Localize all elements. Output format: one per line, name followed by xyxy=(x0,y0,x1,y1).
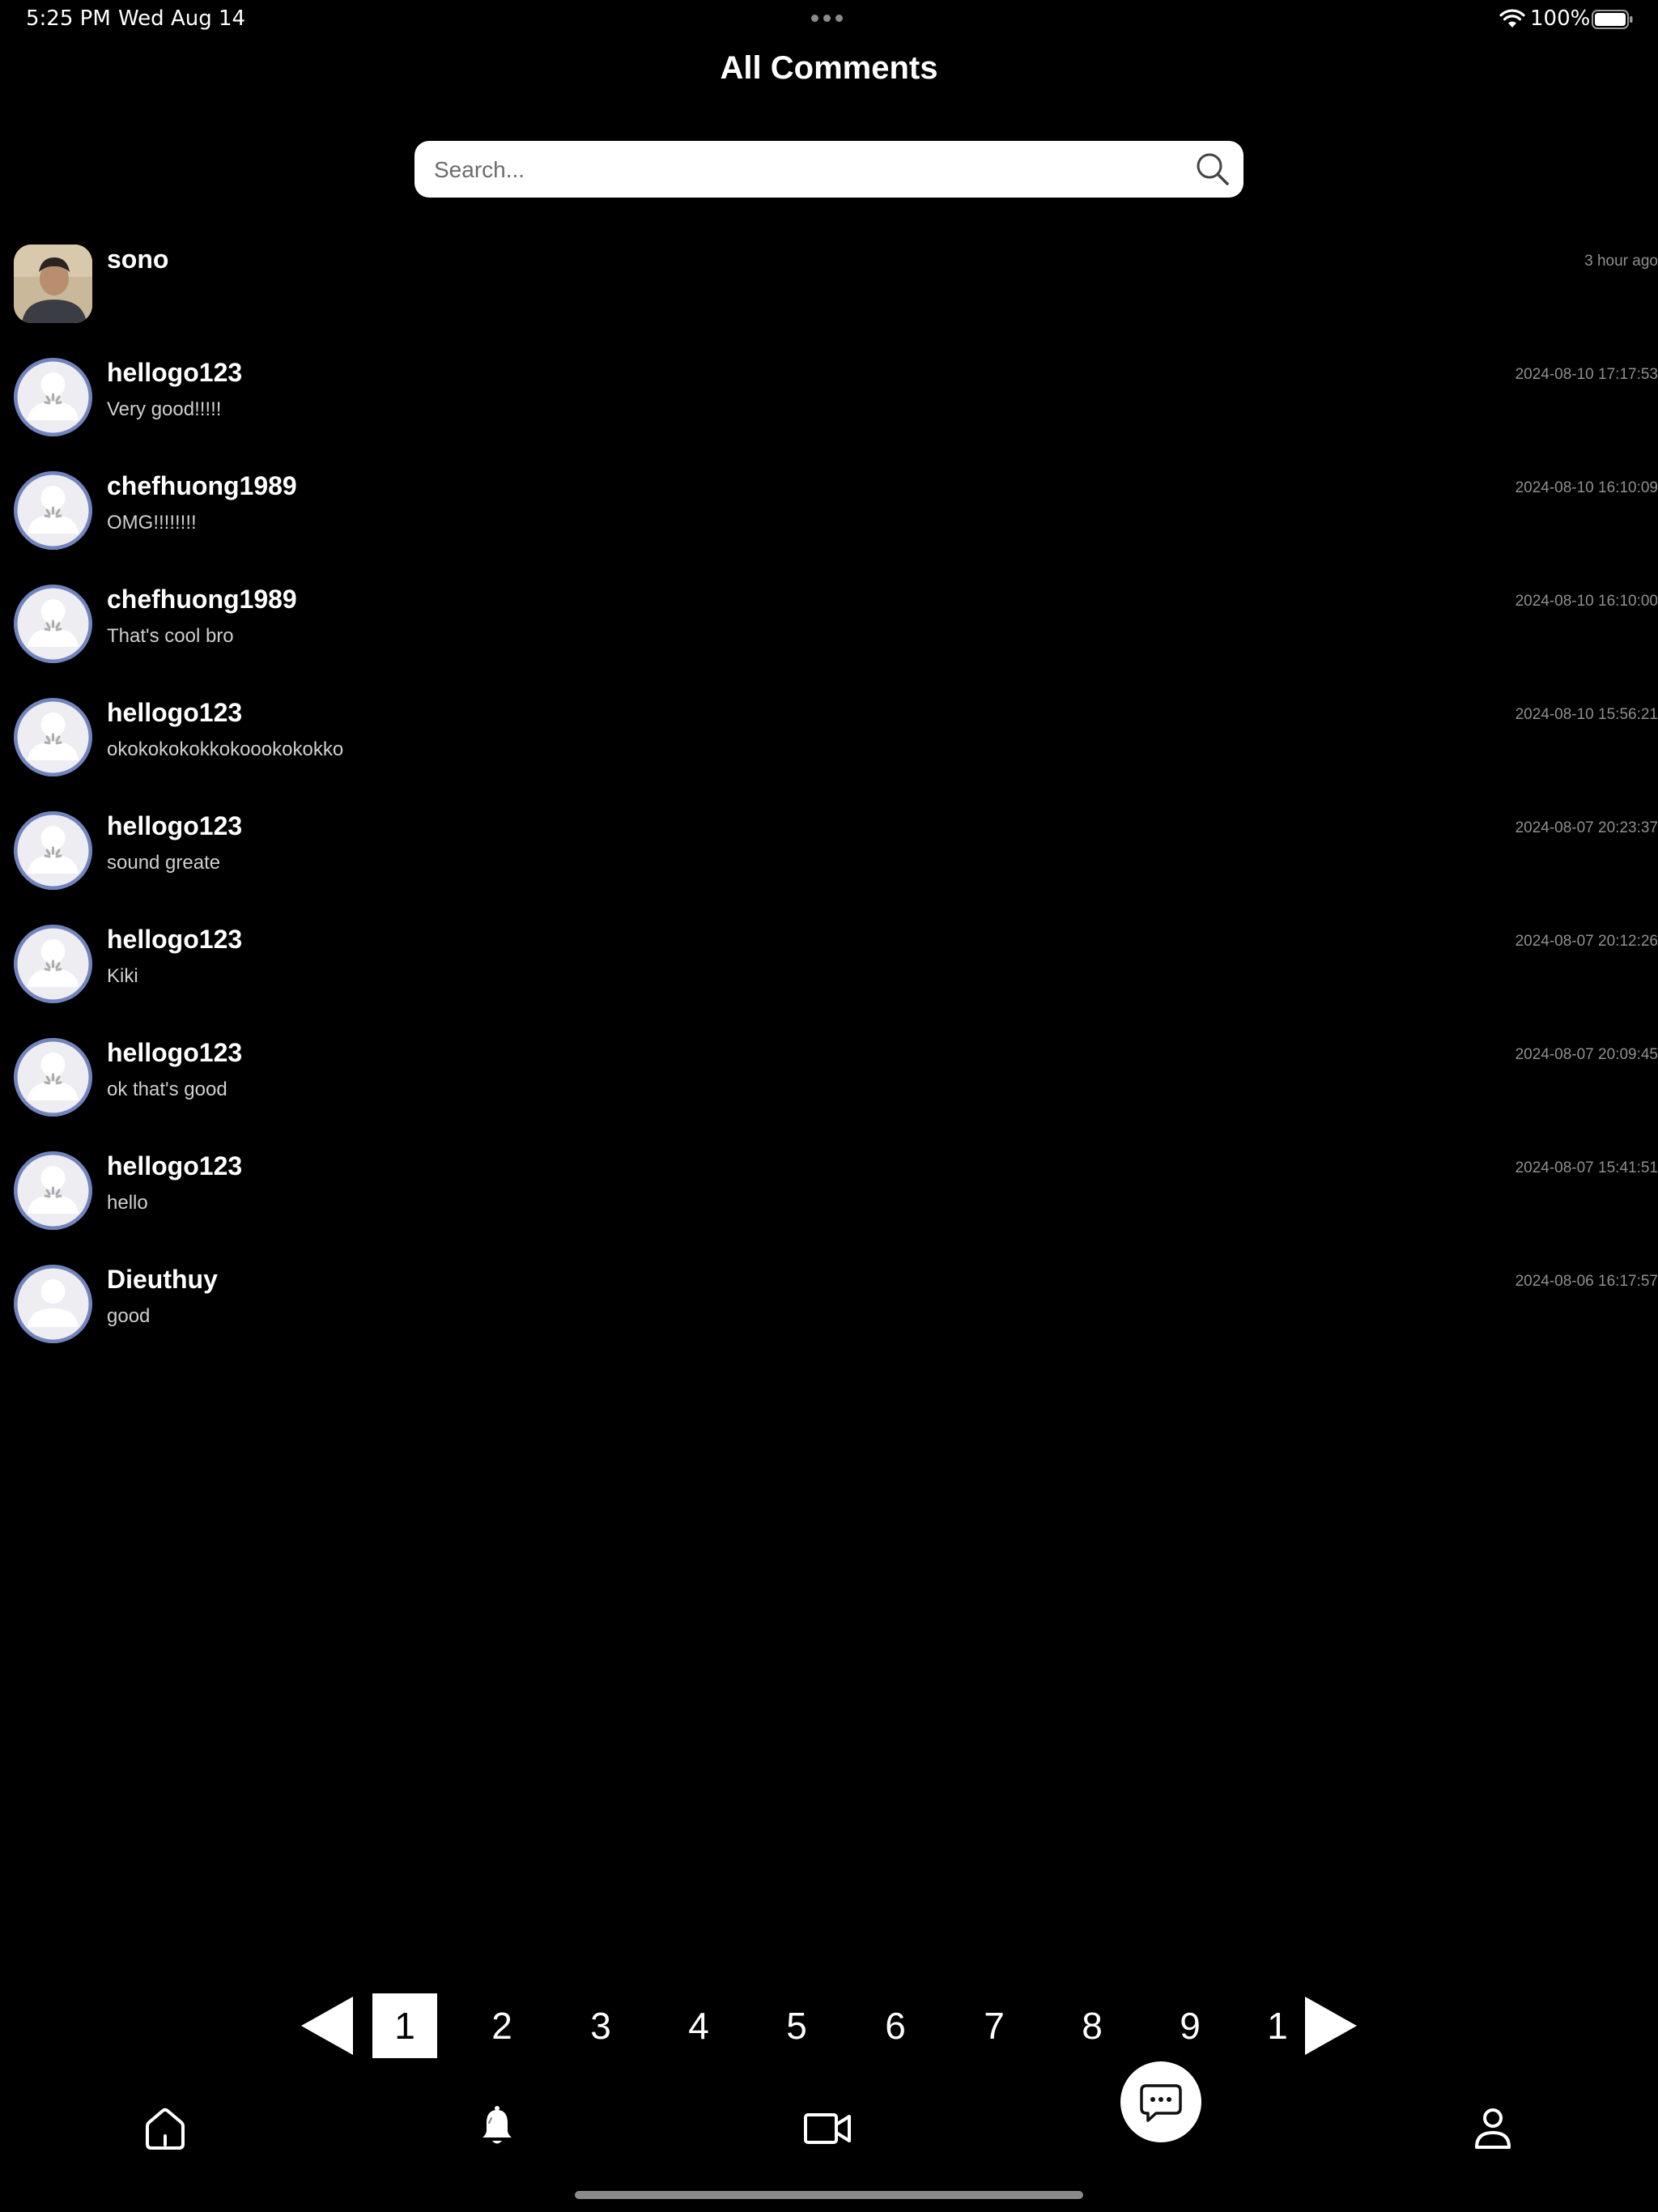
chat-nav-button[interactable] xyxy=(1120,2061,1201,2142)
comment-timestamp: 2024-08-07 15:41:51 xyxy=(1515,1159,1658,1176)
comment-text: okokokokokkokoookokokko xyxy=(107,738,344,760)
comment-timestamp: 3 hour ago xyxy=(1584,253,1658,270)
notification-bell-icon xyxy=(483,2106,512,2144)
comment-username[interactable]: hellogo123 xyxy=(107,925,242,955)
user-avatar[interactable] xyxy=(14,585,92,663)
comment-username[interactable]: chefhuong1989 xyxy=(107,471,297,501)
user-avatar[interactable] xyxy=(14,1038,92,1117)
profile-icon xyxy=(1475,2108,1511,2149)
default-avatar-icon xyxy=(14,1265,92,1343)
comment-text: good xyxy=(107,1305,151,1327)
profile-nav-button[interactable] xyxy=(1467,2102,1519,2154)
bottom-navigation xyxy=(0,2057,1658,2170)
page-button-2[interactable]: 2 xyxy=(470,1993,534,2058)
comment-timestamp: 2024-08-10 16:10:00 xyxy=(1515,593,1658,610)
user-avatar[interactable] xyxy=(14,811,92,890)
default-avatar-icon xyxy=(14,811,92,890)
comment-username[interactable]: hellogo123 xyxy=(107,811,242,841)
comment-text: ok that's good xyxy=(107,1078,227,1100)
home-indicator[interactable] xyxy=(575,2191,1083,2199)
wifi-icon xyxy=(1499,9,1525,28)
comment-text: OMG!!!!!!!! xyxy=(107,512,197,534)
search-bar[interactable] xyxy=(414,141,1244,199)
notifications-nav-button[interactable] xyxy=(471,2102,523,2154)
comment-username[interactable]: hellogo123 xyxy=(107,698,242,728)
comment-username[interactable]: hellogo123 xyxy=(107,1038,242,1068)
page-button-9[interactable]: 9 xyxy=(1158,1993,1222,2058)
page-button-1[interactable]: 1 xyxy=(372,1993,437,2058)
comment-text: sound greate xyxy=(107,852,221,874)
user-avatar[interactable] xyxy=(14,925,92,1003)
comment-item[interactable]: Dieuthuy good 2024-08-06 16:17:57 xyxy=(0,1263,1658,1376)
previous-page-icon[interactable] xyxy=(298,1995,355,2057)
page-button-5[interactable]: 5 xyxy=(764,1993,829,2058)
comment-item[interactable]: sono 3 hour ago xyxy=(0,243,1658,356)
comment-item[interactable]: hellogo123 Very good!!!!! 2024-08-10 17:… xyxy=(0,356,1658,470)
user-photo-icon xyxy=(14,245,92,323)
battery-percentage: 100% xyxy=(1530,6,1591,31)
comment-item[interactable]: chefhuong1989 OMG!!!!!!!! 2024-08-10 16:… xyxy=(0,470,1658,583)
user-avatar[interactable] xyxy=(14,471,92,550)
default-avatar-icon xyxy=(14,358,92,436)
comment-timestamp: 2024-08-10 15:56:21 xyxy=(1515,706,1658,723)
page-button-10[interactable]: 1 xyxy=(1245,1993,1310,2058)
comment-timestamp: 2024-08-07 20:09:45 xyxy=(1515,1046,1658,1063)
home-icon xyxy=(146,2108,185,2150)
default-avatar-icon xyxy=(14,471,92,550)
search-icon[interactable] xyxy=(1195,151,1231,187)
comment-item[interactable]: chefhuong1989 That's cool bro 2024-08-10… xyxy=(0,583,1658,696)
page-button-8[interactable]: 8 xyxy=(1060,1993,1124,2058)
user-avatar[interactable] xyxy=(14,698,92,776)
comment-timestamp: 2024-08-07 20:12:26 xyxy=(1515,933,1658,950)
comment-item[interactable]: hellogo123 sound greate 2024-08-07 20:23… xyxy=(0,810,1658,923)
video-camera-icon xyxy=(804,2113,851,2144)
default-avatar-icon xyxy=(14,585,92,663)
status-time: 5:25 PM xyxy=(26,6,111,31)
battery-icon xyxy=(1592,10,1633,29)
page-button-7[interactable]: 7 xyxy=(962,1993,1027,2058)
comment-username[interactable]: sono xyxy=(107,245,168,274)
comment-username[interactable]: hellogo123 xyxy=(107,1151,242,1181)
comment-username[interactable]: Dieuthuy xyxy=(107,1265,218,1295)
user-avatar[interactable] xyxy=(14,1265,92,1343)
pagination: 1 2 3 4 5 6 7 8 9 1 xyxy=(0,1993,1658,2058)
default-avatar-icon xyxy=(14,925,92,1003)
comment-timestamp: 2024-08-10 16:10:09 xyxy=(1515,479,1658,496)
comment-text: hello xyxy=(107,1192,148,1214)
comment-text: Kiki xyxy=(107,965,138,987)
user-avatar[interactable] xyxy=(14,358,92,436)
comment-item[interactable]: hellogo123 ok that's good 2024-08-07 20:… xyxy=(0,1036,1658,1150)
video-nav-button[interactable] xyxy=(801,2102,853,2154)
search-input[interactable] xyxy=(432,141,1164,199)
page-button-3[interactable]: 3 xyxy=(568,1993,633,2058)
comment-timestamp: 2024-08-10 17:17:53 xyxy=(1515,366,1658,383)
status-bar: 5:25 PM Wed Aug 14 100% xyxy=(0,0,1658,39)
comment-username[interactable]: hellogo123 xyxy=(107,358,242,388)
comment-item[interactable]: hellogo123 hello 2024-08-07 15:41:51 xyxy=(0,1150,1658,1263)
comment-username[interactable]: chefhuong1989 xyxy=(107,585,297,615)
multitasking-dots-icon[interactable] xyxy=(811,15,843,22)
page-button-4[interactable]: 4 xyxy=(666,1993,731,2058)
comment-timestamp: 2024-08-06 16:17:57 xyxy=(1515,1273,1658,1290)
status-date: Wed Aug 14 xyxy=(118,6,246,31)
comment-timestamp: 2024-08-07 20:23:37 xyxy=(1515,819,1658,836)
user-avatar[interactable] xyxy=(14,1151,92,1230)
page-title: All Comments xyxy=(720,50,938,86)
comment-text: That's cool bro xyxy=(107,625,234,647)
comment-item[interactable]: hellogo123 Kiki 2024-08-07 20:12:26 xyxy=(0,923,1658,1036)
user-avatar[interactable] xyxy=(14,245,92,323)
comment-text: Very good!!!!! xyxy=(107,398,222,420)
next-page-icon[interactable] xyxy=(1303,1995,1360,2057)
default-avatar-icon xyxy=(14,1038,92,1117)
page-button-6[interactable]: 6 xyxy=(863,1993,928,2058)
default-avatar-icon xyxy=(14,698,92,776)
default-avatar-icon xyxy=(14,1151,92,1230)
home-nav-button[interactable] xyxy=(139,2102,191,2154)
chat-bubble-icon xyxy=(1140,2084,1182,2122)
comment-item[interactable]: hellogo123 okokokokokkokoookokokko 2024-… xyxy=(0,696,1658,810)
